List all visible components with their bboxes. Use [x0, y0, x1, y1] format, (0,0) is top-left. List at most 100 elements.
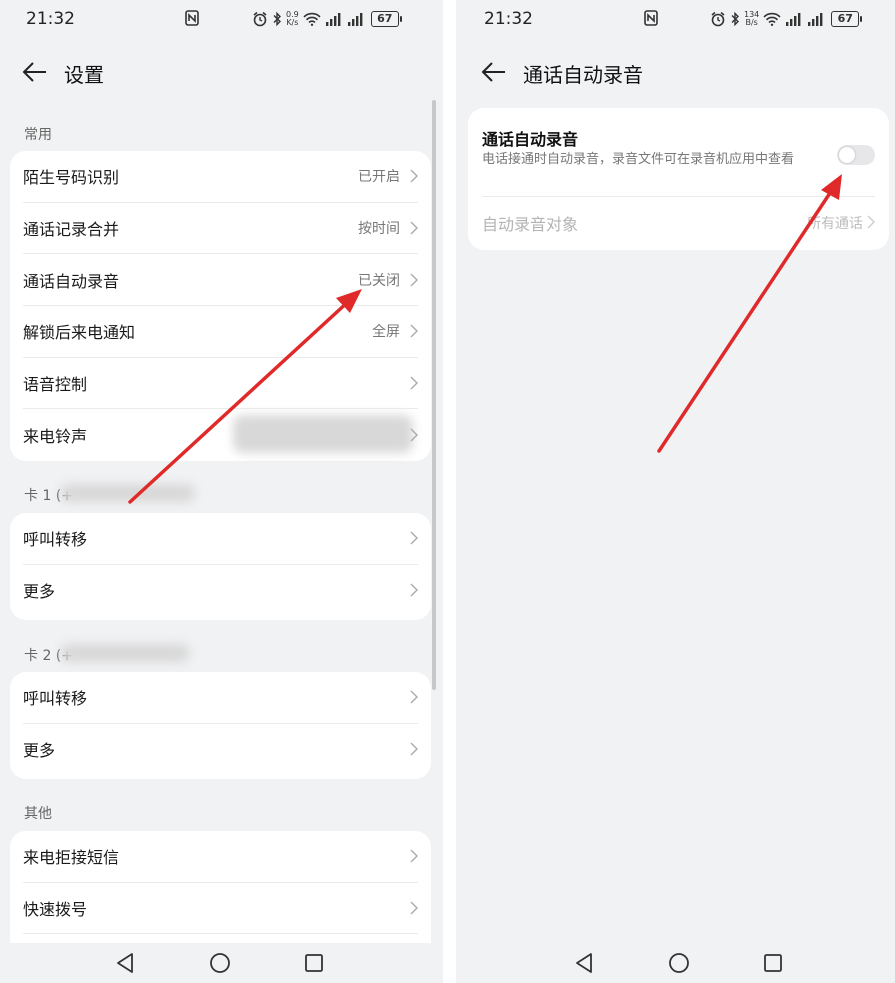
settings-item-label: 快速拨号 — [23, 900, 88, 920]
network-speed-unit: B/s — [745, 18, 758, 27]
page-title: 设置 — [64, 63, 104, 87]
app-bar: 设置 — [0, 52, 443, 92]
status-icons: 134 B/s 67 — [710, 9, 863, 29]
auto-recording-card: 通话自动录音 电话接通时自动录音，录音文件可在录音机应用中查看 自动录音对象 所… — [468, 108, 889, 250]
settings-item-label: 更多 — [23, 741, 56, 761]
settings-item-label: 通话自动录音 — [23, 271, 120, 291]
scrollbar[interactable] — [432, 100, 436, 690]
settings-item-reject-sms[interactable]: 来电拒接短信 — [23, 831, 418, 883]
settings-item-call-forwarding-sim2[interactable]: 呼叫转移 — [23, 672, 418, 724]
chevron-right-icon — [410, 376, 418, 390]
settings-item-value: 已关闭 — [358, 272, 400, 289]
settings-item-unknown-number-id[interactable]: 陌生号码识别 已开启 — [23, 151, 418, 203]
signal-icon-2 — [808, 13, 823, 26]
network-speed: 134 B/s — [744, 11, 759, 27]
chevron-right-icon — [410, 849, 418, 863]
settings-item-voice-control[interactable]: 语音控制 — [23, 358, 418, 410]
alarm-icon — [711, 11, 725, 27]
recording-target-label: 自动录音对象 — [482, 215, 579, 234]
app-bar: 通话自动录音 — [456, 52, 895, 92]
settings-item-value: 全屏 — [372, 324, 400, 341]
settings-item-label: 来电拒接短信 — [23, 848, 120, 868]
settings-group-common: 陌生号码识别 已开启 通话记录合并 按时间 通话自动录音 已关闭 解锁后来电通知… — [10, 151, 431, 461]
settings-item-value: 已开启 — [358, 169, 400, 186]
chevron-right-icon — [410, 583, 418, 597]
battery-indicator: 67 — [370, 11, 402, 27]
chevron-right-icon — [410, 169, 418, 183]
section-label-common: 常用 — [24, 127, 52, 143]
bluetooth-icon — [731, 11, 739, 27]
nav-recents-icon[interactable] — [763, 952, 783, 974]
status-time: 21:32 — [484, 9, 533, 29]
settings-group-sim2: 呼叫转移 更多 — [10, 672, 431, 779]
back-arrow-icon[interactable] — [481, 60, 507, 84]
chevron-right-icon — [410, 273, 418, 287]
settings-item-auto-call-recording[interactable]: 通话自动录音 已关闭 — [23, 254, 418, 307]
signal-icon-1 — [786, 13, 801, 26]
redacted-sim2-number — [60, 644, 190, 662]
settings-item-call-log-merge[interactable]: 通话记录合并 按时间 — [23, 203, 418, 255]
chevron-right-icon — [410, 221, 418, 235]
settings-item-label: 陌生号码识别 — [23, 168, 120, 188]
nfc-icon — [644, 10, 658, 26]
chevron-right-icon — [410, 531, 418, 545]
chevron-right-icon — [410, 428, 418, 442]
settings-item-speed-dial[interactable]: 快速拨号 — [23, 883, 418, 935]
auto-recording-description: 电话接通时自动录音，录音文件可在录音机应用中查看 — [482, 152, 795, 167]
nav-recents-icon[interactable] — [304, 952, 324, 974]
nav-home-icon[interactable] — [209, 952, 231, 974]
settings-item-unlock-call-notification[interactable]: 解锁后来电通知 全屏 — [23, 306, 418, 358]
wifi-icon — [763, 12, 781, 26]
chevron-right-icon — [410, 324, 418, 338]
bluetooth-icon — [273, 11, 281, 27]
settings-item-value: 按时间 — [358, 221, 400, 238]
status-bar: 21:32 134 B/s 67 — [456, 0, 895, 38]
battery-indicator: 67 — [831, 11, 863, 27]
status-time: 21:32 — [26, 9, 75, 29]
nfc-icon — [185, 10, 199, 26]
signal-icon-1 — [325, 13, 341, 26]
settings-item-label: 通话记录合并 — [23, 220, 120, 240]
settings-item-call-forwarding-sim1[interactable]: 呼叫转移 — [23, 513, 418, 565]
network-speed: 0.9 K/s — [286, 11, 299, 27]
settings-item-label: 解锁后来电通知 — [23, 323, 136, 343]
settings-group-other: 来电拒接短信 快速拨号 — [10, 831, 431, 951]
page-title: 通话自动录音 — [523, 63, 643, 87]
settings-item-label: 呼叫转移 — [23, 530, 88, 550]
settings-item-label: 语音控制 — [23, 375, 88, 395]
settings-item-more-sim1[interactable]: 更多 — [23, 565, 418, 616]
settings-item-label: 呼叫转移 — [23, 689, 88, 709]
status-icons: 0.9 K/s 67 — [252, 9, 402, 29]
navigation-bar — [456, 943, 895, 983]
section-label-other: 其他 — [24, 806, 52, 822]
settings-group-sim1: 呼叫转移 更多 — [10, 513, 431, 620]
settings-item-more-sim2[interactable]: 更多 — [23, 724, 418, 775]
divider — [482, 196, 875, 197]
settings-item-label: 来电铃声 — [23, 426, 88, 446]
chevron-right-icon — [410, 901, 418, 915]
status-bar: 21:32 0.9 K/s 67 — [0, 0, 443, 38]
chevron-right-icon — [410, 690, 418, 704]
chevron-right-icon — [867, 215, 875, 229]
navigation-bar — [0, 943, 443, 983]
wifi-icon — [303, 12, 321, 26]
back-arrow-icon[interactable] — [22, 60, 48, 84]
network-speed-unit: K/s — [286, 18, 299, 27]
auto-recording-screen: 21:32 134 B/s 67 通话自动录音 通话自动录音 电话接通时自动录音… — [456, 0, 895, 983]
settings-item-label: 更多 — [23, 582, 56, 602]
recording-target-item[interactable]: 自动录音对象 所有通话 — [482, 198, 875, 246]
auto-recording-title: 通话自动录音 — [482, 130, 579, 149]
auto-recording-toggle[interactable] — [837, 145, 875, 165]
settings-item-ringtone[interactable]: 来电铃声 — [23, 409, 418, 460]
nav-back-icon[interactable] — [574, 952, 594, 974]
toggle-knob — [839, 147, 855, 163]
recording-target-value: 所有通话 — [807, 216, 863, 232]
chevron-right-icon — [410, 742, 418, 756]
nav-home-icon[interactable] — [668, 952, 690, 974]
signal-icon-2 — [347, 13, 363, 26]
redacted-sim1-number — [60, 484, 195, 502]
redacted-ringtone-name — [233, 415, 413, 454]
settings-screen: 21:32 0.9 K/s 67 设置 常用 陌生号码识别 已开启 通话记录合并… — [0, 0, 443, 983]
nav-back-icon[interactable] — [115, 952, 135, 974]
alarm-icon — [253, 11, 267, 27]
